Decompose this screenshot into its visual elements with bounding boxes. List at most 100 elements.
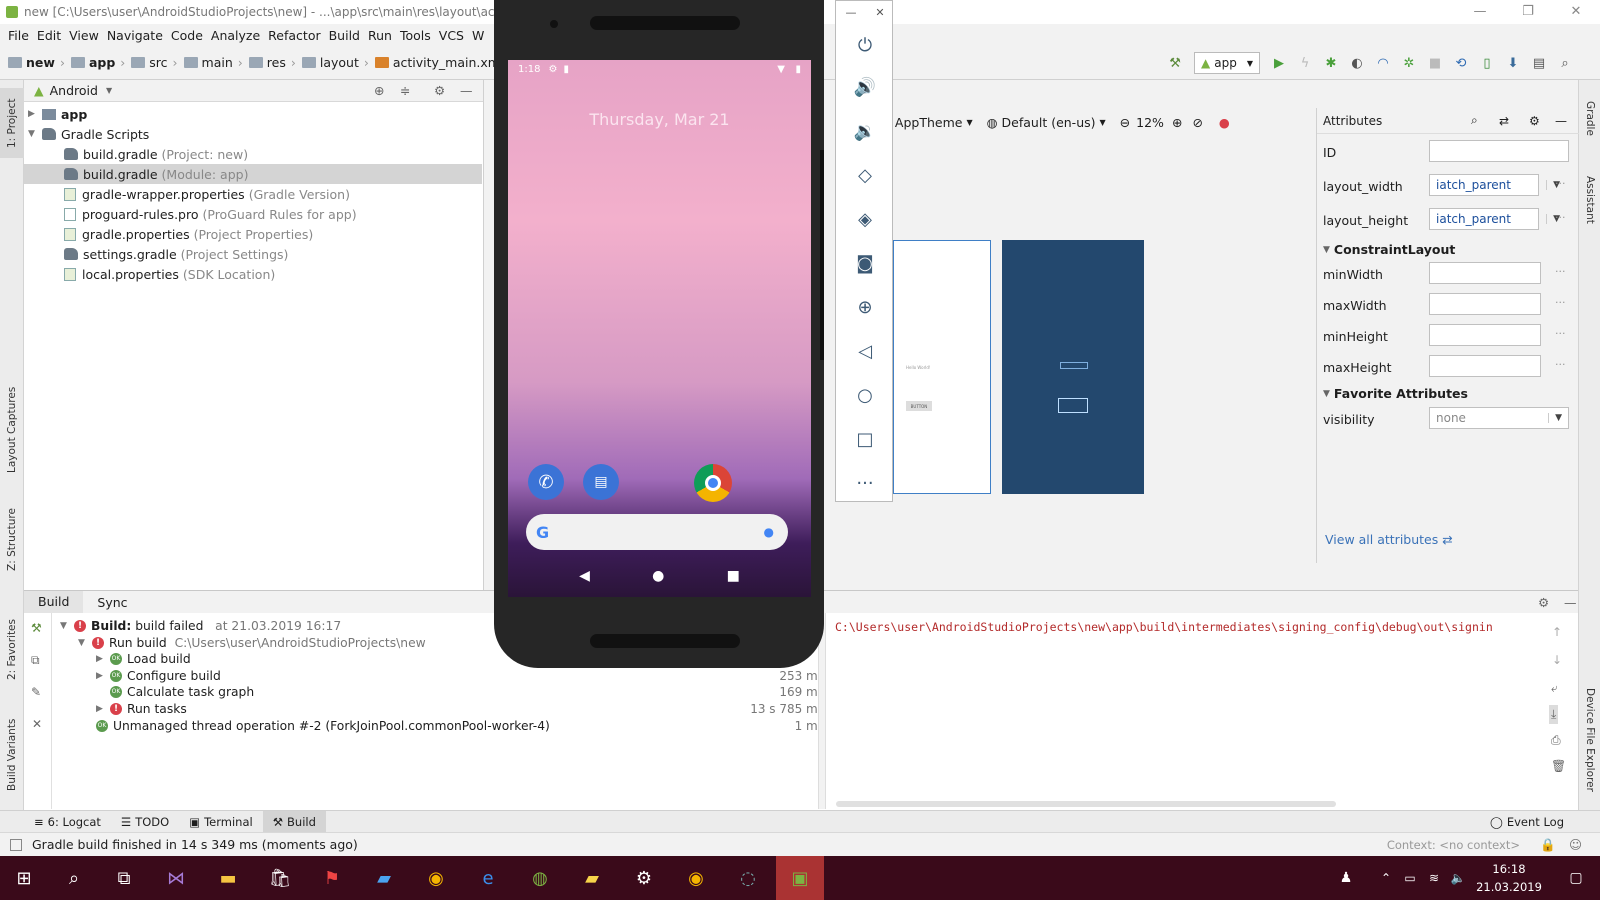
section-favorite-attributes[interactable]: ▼ Favorite Attributes [1323, 386, 1468, 401]
search-icon[interactable]: ⌕ [58, 862, 90, 894]
close-icon[interactable]: ✕ [32, 717, 42, 731]
menu-view[interactable]: View [69, 28, 99, 43]
console-scrollbar[interactable] [836, 801, 1336, 807]
run-config-select[interactable]: ▲ app ▼ [1194, 52, 1260, 74]
debug-icon[interactable]: ✱ [1318, 52, 1344, 74]
project-view-select[interactable]: Android [50, 83, 98, 98]
tab-gradle[interactable]: Gradle [1579, 88, 1600, 148]
chevron-down-icon[interactable]: ▼ [106, 86, 112, 95]
coverage-icon[interactable]: ◐ [1344, 52, 1370, 74]
view-all-attributes-link[interactable]: View all attributes ⇄ [1325, 532, 1453, 547]
tree-item-gradle-scripts[interactable]: ▼ Gradle Scripts [28, 124, 478, 144]
camera-icon[interactable]: ◙ [836, 249, 894, 277]
menu-analyze[interactable]: Analyze [211, 28, 260, 43]
tab-logcat[interactable]: ≡ 6: Logcat [24, 811, 111, 833]
build-row-task-graph[interactable]: OK Calculate task graph 169 ms [110, 683, 824, 700]
scroll-to-end-icon[interactable]: ⤓ [1549, 705, 1559, 724]
hide-icon[interactable]: — [1555, 114, 1567, 128]
crumb-layout[interactable]: layout › [301, 55, 369, 70]
rotate-left-icon[interactable]: ◇ [836, 161, 894, 189]
tab-event-log[interactable]: ◯ Event Log [1480, 811, 1574, 833]
clock[interactable]: 16:18 21.03.2019 [1474, 860, 1544, 896]
attr-layout-width-select[interactable]: iatch_parent ▼ [1429, 174, 1560, 196]
attr-maxheight-input[interactable] [1429, 355, 1541, 377]
gear-icon[interactable]: ⚙ [434, 83, 445, 98]
minimize-button[interactable]: — [1456, 0, 1504, 24]
blueprint-button[interactable] [1058, 398, 1088, 413]
close-button[interactable]: ✕ [1552, 0, 1600, 24]
emulator-taskbar-icon[interactable]: ▣ [776, 856, 824, 900]
zoom-icon[interactable]: ⊕ [836, 293, 894, 321]
more-icon[interactable]: ··· [1555, 358, 1566, 371]
run-icon[interactable]: ▶ [1266, 52, 1292, 74]
app-icon-red[interactable]: ⚑ [316, 862, 348, 894]
edge-icon[interactable]: e [472, 862, 504, 894]
section-constraintlayout[interactable]: ▼ ConstraintLayout [1323, 242, 1455, 257]
tab-device-file-explorer[interactable]: Device File Explorer [1579, 680, 1600, 800]
lock-icon[interactable]: 🔒 [1540, 837, 1556, 853]
home-icon[interactable]: ● [652, 568, 664, 584]
app-icon-blue[interactable]: ▰ [368, 862, 400, 894]
volume-up-icon[interactable]: 🔊 [836, 73, 894, 101]
settings-icon[interactable]: ⚙ [628, 862, 660, 894]
menu-build[interactable]: Build [329, 28, 360, 43]
locale-select[interactable]: ◍ Default (en-us) ▼ [987, 115, 1106, 130]
hammer-icon[interactable]: ⚒ [31, 621, 42, 635]
menu-refactor[interactable]: Refactor [268, 28, 320, 43]
preview-button[interactable]: BUTTON [906, 401, 932, 411]
blueprint-textview[interactable] [1060, 362, 1088, 369]
hector-icon[interactable]: ☺ [1569, 837, 1582, 852]
sticky-notes-icon[interactable]: ▰ [576, 862, 608, 894]
volume-icon[interactable]: 🔈 [1442, 862, 1474, 894]
sync-gradle-icon[interactable]: ⟲ [1448, 52, 1474, 74]
menu-edit[interactable]: Edit [37, 28, 61, 43]
back-icon[interactable]: ◁ [836, 337, 894, 365]
arrow-up-icon[interactable]: ↑ [1552, 625, 1562, 639]
copy-icon[interactable]: ⧉ [31, 653, 40, 668]
error-icon[interactable]: ● [1219, 115, 1230, 130]
menu-navigate[interactable]: Navigate [107, 28, 163, 43]
pin-icon[interactable]: ✎ [31, 685, 41, 699]
soft-wrap-icon[interactable]: ⤶ [1551, 681, 1558, 696]
attach-debugger-icon[interactable]: ✲ [1396, 52, 1422, 74]
tab-project[interactable]: 1: Project [0, 88, 24, 158]
tree-item-settings-gradle[interactable]: settings.gradle (Project Settings) [64, 244, 474, 264]
build-row-unmanaged-thread[interactable]: OK Unmanaged thread operation #-2 (ForkJo… [96, 717, 824, 734]
tree-item-gradle-properties[interactable]: gradle.properties (Project Properties) [64, 224, 474, 244]
menu-vcs[interactable]: VCS [439, 28, 464, 43]
search-icon[interactable]: ⌕ [1552, 52, 1578, 74]
crumb-app[interactable]: app › [70, 55, 125, 70]
crumb-activity-main[interactable]: activity_main.xml› [374, 55, 513, 70]
sdk-manager-icon[interactable]: ⬇ [1500, 52, 1526, 74]
attr-visibility-select[interactable]: none ▼ [1429, 407, 1569, 429]
collapse-icon[interactable]: ≑ [400, 83, 410, 98]
people-icon[interactable]: ♟ [1330, 862, 1362, 894]
power-icon[interactable]: ⏻ [836, 31, 894, 59]
back-icon[interactable]: ◀ [579, 568, 590, 584]
locate-icon[interactable]: ⊕ [374, 83, 384, 98]
chrome-taskbar-icon-2[interactable]: ◉ [680, 862, 712, 894]
avd-manager-icon[interactable]: ▯ [1474, 52, 1500, 74]
emulator-screen[interactable]: 1:18 ⚙ ▮ ▼ ▮ Thursday, Mar 21 ✆ ▤ G ● ◀ … [508, 60, 811, 597]
more-icon[interactable]: ··· [1555, 327, 1566, 340]
tab-todo[interactable]: ☰ TODO [111, 811, 179, 833]
gear-icon[interactable]: ⚙ [1529, 114, 1540, 128]
hide-icon[interactable]: — [460, 83, 473, 98]
attr-layout-height-select[interactable]: iatch_parent ▼ [1429, 208, 1560, 230]
tab-build[interactable]: ⚒ Build [262, 810, 326, 833]
blueprint-preview[interactable] [1002, 240, 1144, 494]
tab-assistant[interactable]: Assistant [1579, 160, 1600, 240]
hammer-icon[interactable]: ⚒ [1162, 52, 1188, 74]
hide-icon[interactable]: — [1550, 595, 1591, 610]
close-button[interactable]: ✕ [875, 6, 884, 19]
messages-icon[interactable]: ▤ [583, 464, 619, 500]
chrome-taskbar-icon[interactable]: ◉ [420, 862, 452, 894]
task-view-icon[interactable]: ⧉ [108, 862, 140, 894]
rotate-right-icon[interactable]: ◈ [836, 205, 894, 233]
overview-icon[interactable]: □ [836, 425, 894, 453]
stop-icon[interactable]: ■ [1422, 52, 1448, 74]
arrow-down-icon[interactable]: ↓ [1552, 653, 1562, 667]
attr-id-input[interactable] [1429, 140, 1569, 162]
project-structure-icon[interactable]: ▤ [1526, 52, 1552, 74]
preview-textview[interactable]: Hello World! [906, 365, 930, 370]
